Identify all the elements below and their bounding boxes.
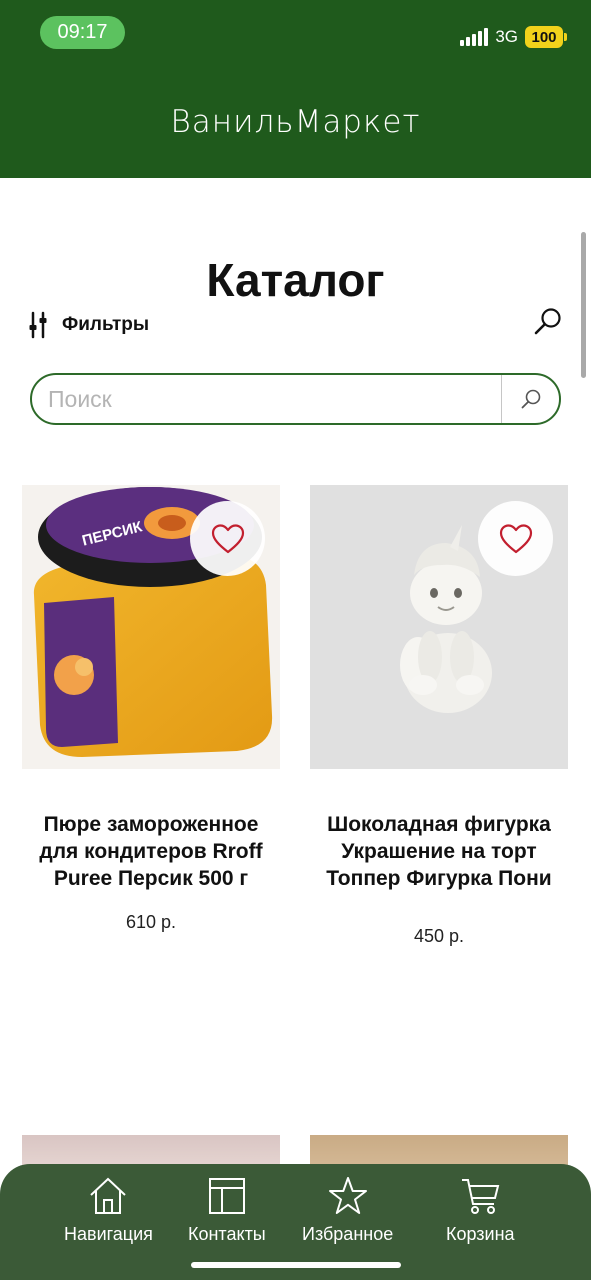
heart-icon [211,523,244,553]
signal-icon [460,28,489,46]
nav-label: Контакты [188,1224,266,1244]
product-price: 450 р. [413,926,465,946]
contacts-icon [208,1178,245,1214]
sliders-icon [29,311,47,339]
star-icon [328,1177,367,1214]
battery-icon: 100 [525,26,567,48]
search-bar [30,373,561,425]
product-image[interactable] [310,485,568,769]
cart-icon [462,1179,500,1214]
page-title: Каталог [206,254,385,306]
home-indicator[interactable] [191,1262,401,1268]
search-submit-button[interactable] [501,375,559,423]
network-type: 3G [495,27,518,46]
search-toggle-button[interactable] [533,306,563,336]
nav-label: Корзина [446,1224,515,1244]
status-indicators: 3G 100 [460,24,567,50]
nav-label: Избранное [302,1224,394,1244]
product-card[interactable]: Шоколадная фигурка Украшение на торт Топ… [310,485,568,947]
nav-item-contacts[interactable]: Контакты [188,1176,266,1245]
filters-label: Фильтры [62,314,150,335]
nav-label: Навигация [64,1224,153,1244]
nav-item-favorites[interactable]: Избранное [302,1176,393,1245]
bottom-navigation: Навигация Контакты Избранное Корзина [0,1164,591,1280]
home-icon [90,1177,127,1214]
nav-item-cart[interactable]: Корзина [446,1176,515,1245]
search-input[interactable] [32,375,501,423]
product-price: 610 р. [125,912,177,932]
filters-button[interactable]: Фильтры [28,310,149,340]
product-image[interactable]: ПЕРСИК [22,485,280,769]
product-card[interactable]: ПЕРСИК Пюре замороженное для кондитеров … [22,485,280,933]
product-name[interactable]: Шоколадная фигурка Украшение на торт Топ… [310,811,568,892]
status-time: 09:17 [40,16,125,49]
favorite-button[interactable] [478,501,553,576]
app-header: 09:17 3G 100 ВанильМаркет [0,0,591,178]
product-name[interactable]: Пюре замороженное для кондитеров Rroff P… [22,811,280,892]
brand-title: ВанильМаркет [170,104,421,140]
favorite-button[interactable] [190,501,265,576]
heart-icon [499,523,532,553]
search-icon [534,308,561,335]
search-icon [521,389,540,409]
nav-item-navigation[interactable]: Навигация [64,1176,153,1245]
